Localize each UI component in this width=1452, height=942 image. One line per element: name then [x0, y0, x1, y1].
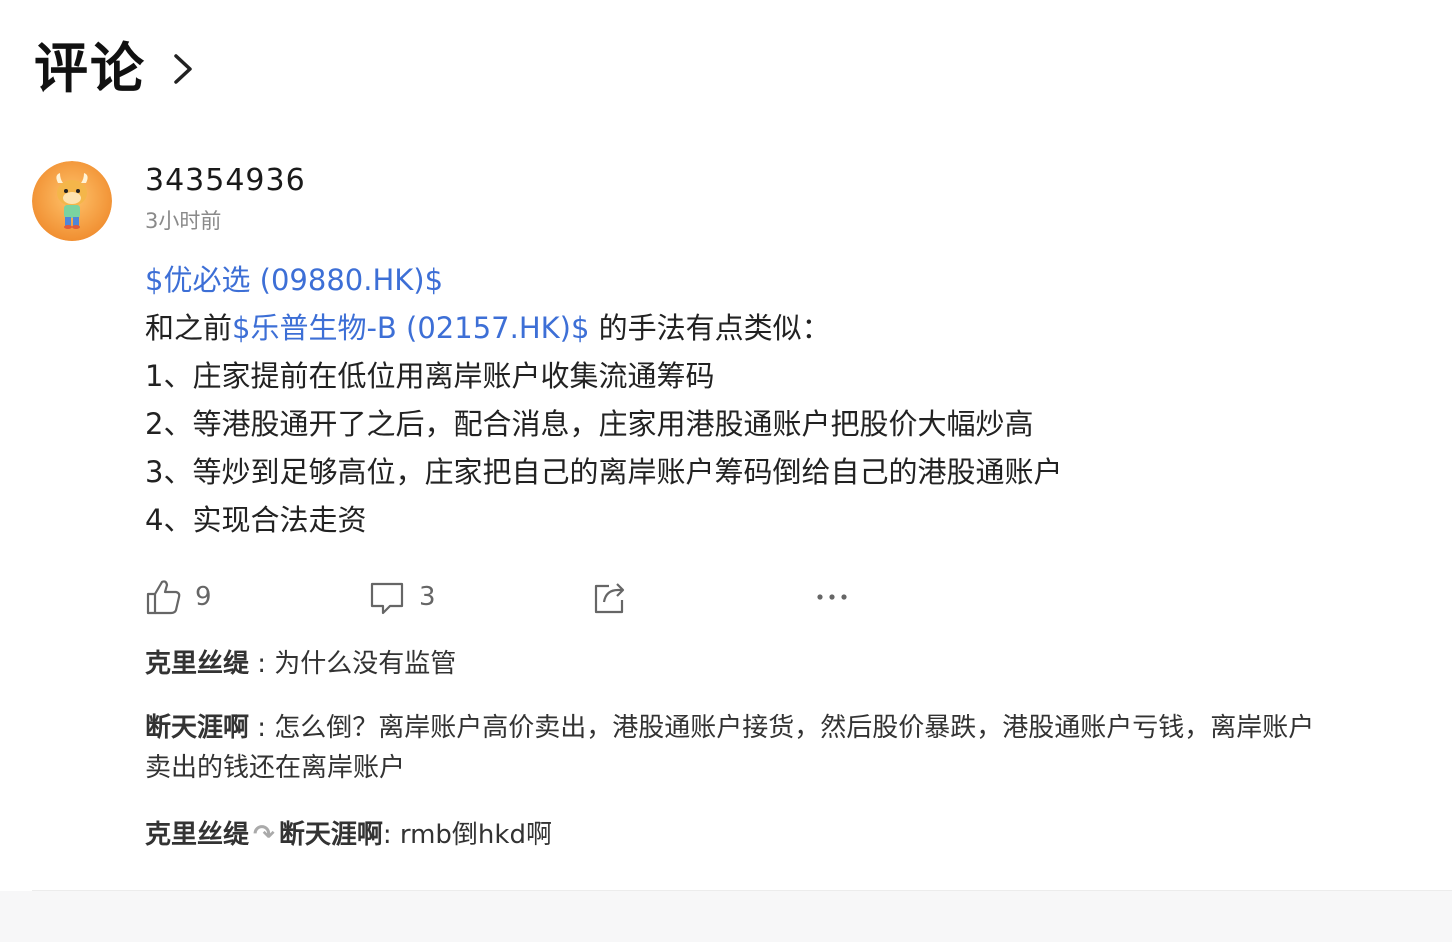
page-title: 评论 — [34, 37, 146, 100]
text-prefix: 和之前 — [145, 311, 233, 345]
reply-text: : 怎么倒？离岸账户高价卖出，港股通账户接货，然后股价暴跌，港股通账户亏钱，离岸… — [145, 713, 1315, 783]
comments-header[interactable]: 评论 — [34, 36, 194, 102]
bull-mascot-icon — [32, 161, 112, 241]
reply-item[interactable]: 克里丝缇 : 为什么没有监管 — [145, 644, 456, 684]
comment-body: $优必选 (09880.HK)$ 和之前$乐普生物-B (02157.HK)$ … — [145, 256, 1345, 544]
like-count: 9 — [195, 582, 212, 612]
comment-count: 3 — [419, 582, 436, 612]
content-point-1: 1、庄家提前在低位用离岸账户收集流通筹码 — [145, 359, 715, 393]
content-line-1: $优必选 (09880.HK)$ — [145, 256, 1345, 304]
post-time: 3小时前 — [145, 209, 222, 233]
content-point-3: 3、等炒到足够高位，庄家把自己的离岸账户筹码倒给自己的港股通账户 — [145, 455, 1063, 489]
share-button[interactable] — [592, 574, 628, 620]
chevron-right-icon — [174, 54, 192, 84]
thumbs-up-icon — [146, 580, 181, 615]
username[interactable]: 34354936 — [145, 163, 306, 199]
reply-arrow-icon: ↷ — [253, 820, 275, 850]
footer-area — [0, 891, 1452, 942]
reply-text: : rmb倒hkd啊 — [382, 820, 552, 850]
stock-link-lepu[interactable]: $乐普生物-B (02157.HK)$ — [232, 311, 589, 345]
content-point-2: 2、等港股通开了之后，配合消息，庄家用港股通账户把股价大幅炒高 — [145, 407, 1034, 441]
reply-item[interactable]: 断天涯啊 : 怎么倒？离岸账户高价卖出，港股通账户接货，然后股价暴跌，港股通账户… — [145, 708, 1325, 788]
reply-item[interactable]: 克里丝缇 ↷ 断天涯啊: rmb倒hkd啊 — [145, 815, 552, 855]
reply-author[interactable]: 克里丝缇 — [145, 649, 249, 679]
more-button[interactable] — [815, 574, 851, 620]
reply-author[interactable]: 克里丝缇 — [145, 820, 249, 850]
text-suffix: 的手法有点类似： — [589, 311, 831, 345]
reply-target[interactable]: 断天涯啊 — [279, 820, 383, 850]
content-line-2: 和之前$乐普生物-B (02157.HK)$ 的手法有点类似： — [145, 304, 1345, 352]
more-dots-icon — [817, 594, 847, 600]
comment-bubble-icon — [370, 582, 404, 615]
stock-link-ubtech[interactable]: $优必选 (09880.HK)$ — [145, 263, 443, 297]
action-bar: 9 3 — [145, 574, 905, 620]
avatar[interactable] — [32, 161, 112, 241]
comment-button[interactable]: 3 — [369, 574, 436, 620]
reply-author[interactable]: 断天涯啊 — [145, 713, 249, 743]
like-button[interactable]: 9 — [145, 574, 212, 620]
share-icon — [594, 583, 625, 614]
reply-text: : 为什么没有监管 — [249, 649, 457, 679]
content-point-4: 4、实现合法走资 — [145, 503, 367, 537]
